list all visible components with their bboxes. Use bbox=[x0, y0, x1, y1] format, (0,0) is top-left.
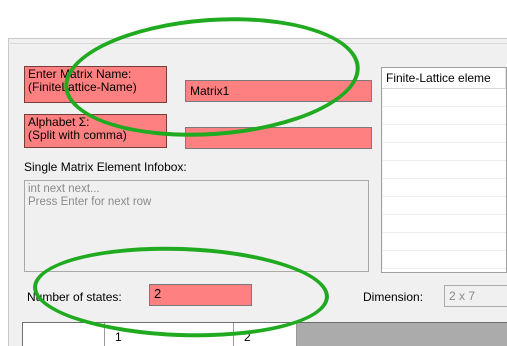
list-column-header[interactable]: Finite-Lattice eleme bbox=[382, 68, 506, 89]
matrix-data-grid[interactable]: 1 2 bbox=[22, 322, 507, 346]
states-input[interactable]: 2 bbox=[149, 284, 252, 306]
list-row[interactable] bbox=[382, 161, 506, 179]
grid-row-header-corner[interactable] bbox=[23, 323, 105, 346]
list-row[interactable] bbox=[382, 143, 506, 161]
list-row[interactable] bbox=[382, 107, 506, 125]
list-row[interactable] bbox=[382, 215, 506, 233]
dimension-label: Dimension: bbox=[363, 290, 424, 304]
matrix-name-input[interactable]: Matrix1 bbox=[185, 80, 372, 102]
alphabet-label: Alphabet Σ: (Split with comma) bbox=[24, 114, 167, 148]
list-row[interactable] bbox=[382, 125, 506, 143]
alphabet-input[interactable] bbox=[185, 127, 372, 149]
list-row[interactable] bbox=[382, 233, 506, 251]
window-top-divider bbox=[8, 43, 507, 44]
finite-lattice-element-list[interactable]: Finite-Lattice eleme bbox=[381, 67, 507, 273]
list-row[interactable] bbox=[382, 179, 506, 197]
matrix-name-label: Enter Matrix Name: (FiniteLattice-Name) bbox=[24, 66, 167, 103]
list-row[interactable] bbox=[382, 89, 506, 107]
states-label: Number of states: bbox=[27, 290, 122, 304]
screenshot-stage: Enter Matrix Name: (FiniteLattice-Name) … bbox=[0, 0, 507, 346]
list-row[interactable] bbox=[382, 251, 506, 269]
dimension-readonly-field: 2 x 7 bbox=[444, 285, 507, 307]
list-row[interactable] bbox=[382, 197, 506, 215]
infobox-label: Single Matrix Element Infobox: bbox=[24, 160, 187, 174]
matrix-element-infobox[interactable]: int next next... Press Enter for next ro… bbox=[24, 180, 369, 272]
grid-column-header[interactable]: 1 bbox=[105, 323, 234, 346]
grid-column-header[interactable]: 2 bbox=[234, 323, 297, 346]
